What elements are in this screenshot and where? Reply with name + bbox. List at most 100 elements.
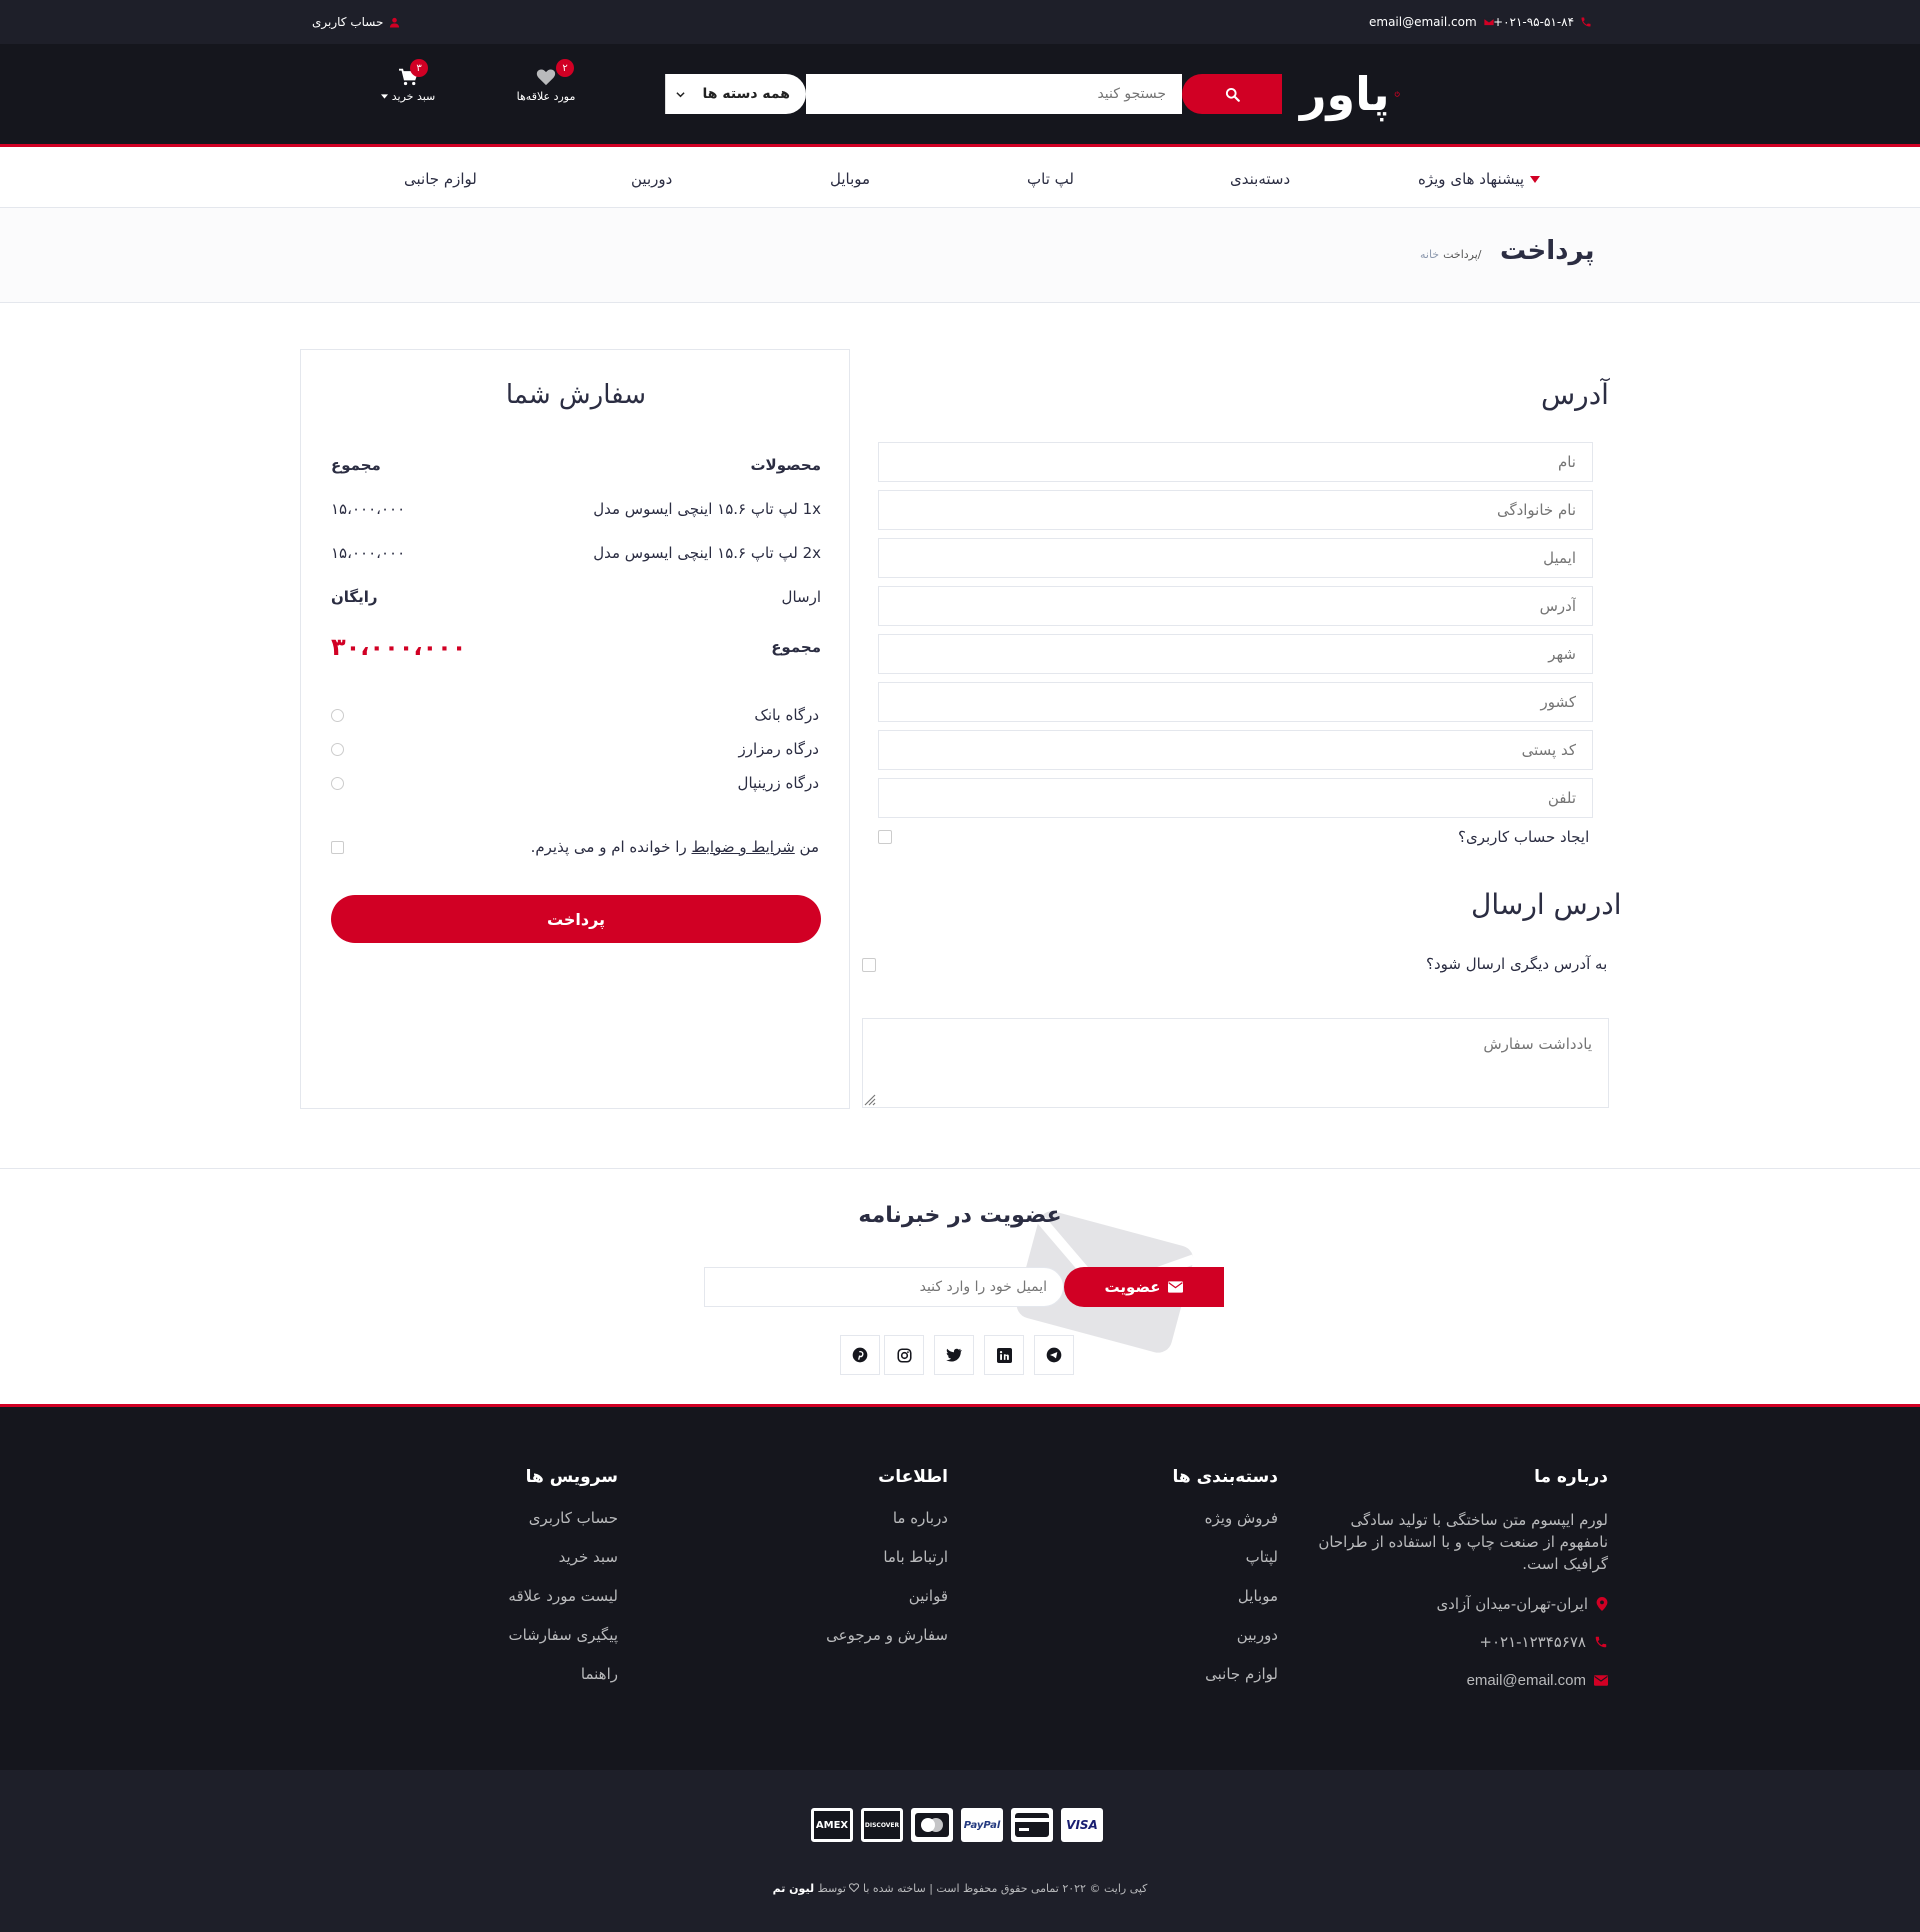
pay-button[interactable]: پرداخت: [331, 895, 821, 943]
footer-link[interactable]: لوازم جانبی: [1172, 1665, 1278, 1704]
instagram-link[interactable]: [884, 1335, 924, 1375]
topbar-email[interactable]: email@email.com: [1369, 0, 1495, 44]
breadcrumb-home[interactable]: خانه: [1420, 248, 1439, 261]
order-item-name: 1x لپ تاپ ۱۵.۶ اینچی ایسوس مدل: [593, 500, 821, 518]
postal-code-field[interactable]: [878, 730, 1593, 770]
topbar-phone-text: ۰۲۱-۹۵-۵۱-۸۴+: [1493, 15, 1575, 29]
envelope-icon: [1594, 1674, 1608, 1686]
footer-link[interactable]: فروش ویژه: [1172, 1509, 1278, 1548]
payment-zarinpal-label[interactable]: درگاه زرینپال: [738, 774, 819, 792]
logo[interactable]: پاور: [1300, 64, 1400, 124]
search-button[interactable]: [1182, 74, 1282, 114]
amex-icon: AMEX: [811, 1808, 853, 1842]
header: پاور همه دسته ها مورد علاقه‌ها ۲ سبد خری…: [0, 44, 1920, 147]
footer-link[interactable]: لپتاپ: [1172, 1548, 1278, 1587]
footer-email[interactable]: email@email.com: [1308, 1661, 1608, 1699]
envelope-icon: [1483, 18, 1495, 26]
create-account-label[interactable]: ایجاد حساب کاربری؟: [1458, 828, 1589, 846]
telegram-icon: [1046, 1347, 1062, 1363]
email-field[interactable]: [878, 538, 1593, 578]
nav-item-accessories[interactable]: لوازم جانبی: [404, 150, 477, 208]
nav-item-mobile[interactable]: موبایل: [830, 150, 870, 208]
telegram-link[interactable]: [1034, 1335, 1074, 1375]
payment-crypto-label[interactable]: درگاه رمزارز: [739, 740, 819, 758]
linkedin-icon: [996, 1347, 1012, 1363]
footer-link[interactable]: دوربین: [1172, 1626, 1278, 1665]
power-icon: [1394, 91, 1400, 97]
footer-link[interactable]: سبد خرید: [508, 1548, 618, 1587]
footer-link[interactable]: پیگیری سفارشات: [508, 1626, 618, 1665]
newsletter-section: عضویت در خبرنامه عضویت: [0, 1168, 1920, 1404]
footer-phone-text: ۰۲۱-۱۲۳۴۵۶۷۸+: [1479, 1633, 1586, 1651]
pinterest-link[interactable]: [840, 1335, 880, 1375]
payment-bank-radio[interactable]: [331, 709, 344, 722]
payment-zarinpal-radio[interactable]: [331, 777, 344, 790]
order-total-row: مجموع ۳۰،۰۰۰،۰۰۰: [331, 632, 821, 662]
footer-link[interactable]: ارتباط باما: [826, 1548, 948, 1587]
nav-item-laptop[interactable]: لپ تاپ: [1027, 150, 1074, 208]
country-field[interactable]: [878, 682, 1593, 722]
first-name-field[interactable]: [878, 442, 1593, 482]
cart-dropdown[interactable]: سبد خرید ۳: [368, 54, 448, 104]
search-category-select[interactable]: همه دسته ها: [665, 74, 806, 114]
heart-icon: [536, 69, 556, 86]
terms-link[interactable]: شرایط و ضوابط: [691, 838, 794, 856]
search-input[interactable]: [806, 74, 1182, 114]
footer-link[interactable]: قوانین: [826, 1587, 948, 1626]
ship-different-checkbox[interactable]: [862, 958, 876, 972]
payment-crypto-radio[interactable]: [331, 743, 344, 756]
order-col-products: محصولات: [750, 456, 821, 474]
newsletter-form: عضویت: [704, 1267, 1224, 1307]
newsletter-email-input[interactable]: [704, 1267, 1064, 1307]
top-bar: ۰۲۱-۹۵-۵۱-۸۴+ email@email.com حساب کاربر…: [0, 0, 1920, 44]
city-field[interactable]: [878, 634, 1593, 674]
topbar-account-link[interactable]: حساب کاربری: [312, 0, 400, 44]
linkedin-link[interactable]: [984, 1335, 1024, 1375]
nav-label: موبایل: [830, 170, 871, 188]
copyright: کپی رایت © ۲۰۲۲ تمامی حقوق محفوظ است | س…: [0, 1882, 1920, 1895]
create-account-checkbox[interactable]: [878, 830, 892, 844]
search-category-label: همه دسته ها: [702, 86, 790, 102]
phone-field[interactable]: [878, 778, 1593, 818]
nav-item-special-offers[interactable]: پیشنهاد های ویژه: [1418, 150, 1541, 208]
nav-item-camera[interactable]: دوربین: [631, 150, 672, 208]
footer-link[interactable]: سفارش و مرجوعی: [826, 1626, 948, 1665]
subscribe-label: عضویت: [1104, 1278, 1161, 1296]
footer-link[interactable]: راهنما: [508, 1665, 618, 1704]
footer-information: اطلاعات درباره ما ارتباط باما قوانین سفا…: [826, 1467, 948, 1665]
terms-checkbox[interactable]: [331, 841, 344, 854]
footer-link[interactable]: درباره ما: [826, 1509, 948, 1548]
nav-label: لپ تاپ: [1027, 170, 1074, 188]
shipping-title: ادرس ارسال: [1471, 888, 1622, 921]
footer-link[interactable]: موبایل: [1172, 1587, 1278, 1626]
footer-info-title: اطلاعات: [878, 1467, 948, 1487]
nav-item-categories[interactable]: دسته‌بندی: [1230, 150, 1290, 208]
nav-label: پیشنهاد های ویژه: [1418, 170, 1525, 188]
chevron-down-icon: [676, 91, 685, 97]
footer-bottom: VISA PayPal DISCOVER AMEX کپی رایت © ۲۰۲…: [0, 1770, 1920, 1932]
footer-link[interactable]: حساب کاربری: [508, 1509, 618, 1548]
footer-email-text: email@email.com: [1466, 1671, 1586, 1689]
last-name-field[interactable]: [878, 490, 1593, 530]
topbar-phone[interactable]: ۰۲۱-۹۵-۵۱-۸۴+: [1493, 0, 1592, 44]
subscribe-button[interactable]: عضویت: [1064, 1267, 1224, 1307]
order-notes-field[interactable]: [862, 1018, 1609, 1108]
nav-label: دوربین: [631, 170, 673, 188]
twitter-link[interactable]: [934, 1335, 974, 1375]
footer-phone[interactable]: ۰۲۱-۱۲۳۴۵۶۷۸+: [1308, 1623, 1608, 1661]
resize-handle-icon[interactable]: [864, 1094, 876, 1106]
footer-address-text: ایران-تهران-میدان آزادی: [1436, 1595, 1588, 1613]
mastercard-shape: [915, 1813, 949, 1837]
phone-icon: [1581, 17, 1591, 27]
footer-link[interactable]: لیست مورد علاقه: [508, 1587, 618, 1626]
ship-different-label[interactable]: به آدرس دیگری ارسال شود؟: [1426, 955, 1607, 973]
order-shipping-label: ارسال: [781, 588, 821, 606]
cart-label: سبد خرید: [391, 90, 436, 103]
wishlist-label: مورد علاقه‌ها: [516, 90, 576, 103]
breadcrumb-current: /پرداخت: [1443, 248, 1482, 261]
order-total-value: ۳۰،۰۰۰،۰۰۰: [331, 633, 467, 661]
address-field[interactable]: [878, 586, 1593, 626]
wishlist-link[interactable]: مورد علاقه‌ها ۲: [506, 54, 586, 104]
copyright-brand[interactable]: لیون تم: [773, 1882, 815, 1895]
payment-bank-label[interactable]: درگاه بانک: [754, 706, 819, 724]
